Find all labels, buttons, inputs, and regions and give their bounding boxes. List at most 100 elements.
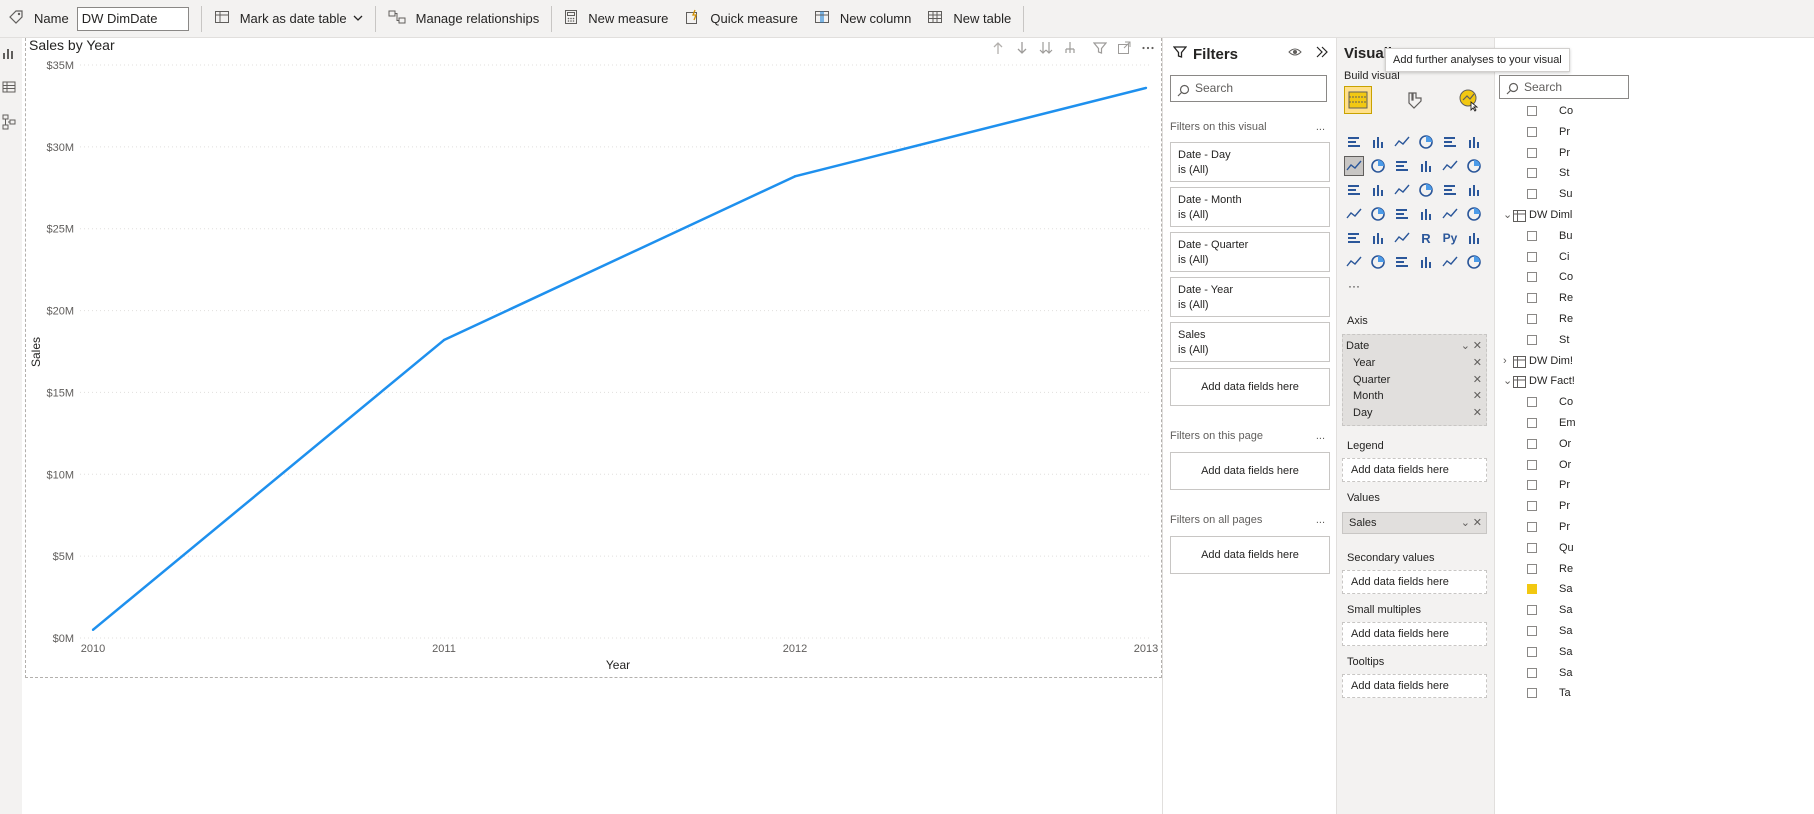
checkbox[interactable] xyxy=(1527,646,1537,657)
chevron-down-icon[interactable]: ⌄ xyxy=(1503,371,1512,391)
python-visual-icon[interactable]: Py xyxy=(1440,228,1460,248)
matrix-visual-icon[interactable] xyxy=(1392,228,1412,248)
chevron-down-icon[interactable]: ⌄ xyxy=(1461,513,1470,533)
data-point[interactable] xyxy=(91,628,95,632)
stacked-area-visual-icon[interactable] xyxy=(1392,156,1412,176)
qa-visual-icon[interactable] xyxy=(1368,252,1388,272)
waterfall-visual-icon[interactable] xyxy=(1344,180,1364,200)
new-table-button[interactable]: New table xyxy=(919,0,1019,38)
line-visual-icon[interactable] xyxy=(1344,156,1364,176)
field-row[interactable]: Co xyxy=(1495,267,1814,287)
checkbox[interactable] xyxy=(1527,147,1537,158)
power-automate-visual-icon[interactable] xyxy=(1464,252,1484,272)
clustered-column-visual-icon[interactable] xyxy=(1416,132,1436,152)
secondary-values-drop-zone[interactable]: Add data fields here xyxy=(1342,570,1487,594)
quick-measure-button[interactable]: Quick measure xyxy=(676,0,805,38)
more-options-icon[interactable]: ... xyxy=(1316,121,1325,133)
filter-card-sales[interactable]: Sales is (All) xyxy=(1170,322,1330,362)
more-options-icon[interactable]: ... xyxy=(1316,430,1325,442)
close-icon[interactable]: ✕ xyxy=(1473,405,1482,421)
field-row[interactable]: Bu xyxy=(1495,226,1814,246)
field-row[interactable]: Pr xyxy=(1495,122,1814,142)
filled-map-visual-icon[interactable] xyxy=(1368,204,1388,224)
checkbox[interactable] xyxy=(1527,106,1537,116)
legend-drop-zone[interactable]: Add data fields here xyxy=(1342,458,1487,482)
field-row[interactable]: Or xyxy=(1495,455,1814,475)
donut-visual-icon[interactable] xyxy=(1440,180,1460,200)
line-column-visual-icon[interactable] xyxy=(1416,156,1436,176)
name-input[interactable] xyxy=(76,6,189,31)
more-visuals-visual-icon[interactable]: ··· xyxy=(1344,276,1364,296)
field-row[interactable]: Re xyxy=(1495,309,1814,329)
report-filter-drop-zone[interactable]: Add data fields here xyxy=(1170,536,1330,574)
funnel-visual-icon[interactable] xyxy=(1368,180,1388,200)
chevron-down-icon[interactable] xyxy=(353,11,363,26)
stacked-column-visual-icon[interactable] xyxy=(1368,132,1388,152)
axis-field-date[interactable]: Date ⌄ ✕ xyxy=(1343,338,1486,354)
area-visual-icon[interactable] xyxy=(1368,156,1388,176)
field-row[interactable]: Sa xyxy=(1495,663,1814,683)
scatter-visual-icon[interactable] xyxy=(1392,180,1412,200)
data-point[interactable] xyxy=(442,338,446,342)
series-line[interactable] xyxy=(92,86,1147,631)
field-row[interactable]: Ci xyxy=(1495,247,1814,267)
field-row[interactable]: Su xyxy=(1495,184,1814,204)
field-row[interactable]: Or xyxy=(1495,434,1814,454)
multi-row-card-visual-icon[interactable] xyxy=(1440,204,1460,224)
chevron-right-icon[interactable]: › xyxy=(1503,351,1507,371)
treemap-visual-icon[interactable] xyxy=(1464,180,1484,200)
checkbox[interactable] xyxy=(1527,314,1537,324)
close-icon[interactable]: ✕ xyxy=(1473,355,1482,371)
close-icon[interactable]: ✕ xyxy=(1473,338,1482,354)
checkbox[interactable] xyxy=(1527,126,1537,137)
field-row[interactable]: Ta xyxy=(1495,683,1814,703)
field-row[interactable]: Sa xyxy=(1495,621,1814,641)
checkbox[interactable] xyxy=(1527,189,1537,200)
field-table-row[interactable]: ⌄ DW Diml xyxy=(1495,205,1814,225)
r-script-visual-icon[interactable]: R xyxy=(1416,228,1436,248)
gauge-visual-icon[interactable] xyxy=(1392,204,1412,224)
data-point[interactable] xyxy=(793,175,797,178)
analytics-tab-icon[interactable] xyxy=(1455,86,1483,114)
field-row[interactable]: Re xyxy=(1495,559,1814,579)
mark-as-date-table-button[interactable]: Mark as date table xyxy=(206,0,371,38)
axis-sub-field[interactable]: Day ✕ xyxy=(1343,405,1486,421)
filters-search-input[interactable]: Search xyxy=(1170,75,1327,102)
checkbox[interactable] xyxy=(1527,293,1537,304)
paginated-visual-icon[interactable] xyxy=(1416,252,1436,272)
card-visual-icon[interactable] xyxy=(1416,204,1436,224)
new-measure-button[interactable]: New measure xyxy=(556,0,676,38)
checkbox[interactable] xyxy=(1527,438,1537,449)
checkbox[interactable] xyxy=(1527,251,1537,262)
100-bar-visual-icon[interactable] xyxy=(1440,132,1460,152)
axis-sub-field[interactable]: Year ✕ xyxy=(1343,355,1486,371)
tooltips-drop-zone[interactable]: Add data fields here xyxy=(1342,674,1487,698)
checkbox[interactable] xyxy=(1527,168,1537,179)
collapse-pane-icon[interactable] xyxy=(1315,45,1329,62)
eye-icon[interactable] xyxy=(1288,46,1302,61)
table-visual-icon[interactable] xyxy=(1368,228,1388,248)
filter-card-date-quarter[interactable]: Date - Quarter is (All) xyxy=(1170,232,1330,272)
visual-filter-drop-zone[interactable]: Add data fields here xyxy=(1170,368,1330,406)
power-apps-visual-icon[interactable] xyxy=(1440,252,1460,272)
filter-card-date-day[interactable]: Date - Day is (All) xyxy=(1170,142,1330,182)
values-field-sales[interactable]: Sales ⌄ ✕ xyxy=(1342,512,1487,534)
series-line-group[interactable] xyxy=(91,86,1148,632)
format-visual-tab-icon[interactable] xyxy=(1401,86,1429,114)
field-row[interactable]: Pr xyxy=(1495,496,1814,516)
checkbox[interactable] xyxy=(1527,626,1537,636)
kpi-visual-icon[interactable] xyxy=(1464,204,1484,224)
ribbon-visual-icon[interactable] xyxy=(1464,156,1484,176)
data-point[interactable] xyxy=(1144,86,1148,90)
field-row[interactable]: St xyxy=(1495,330,1814,350)
checkbox[interactable] xyxy=(1527,480,1537,491)
checkbox[interactable] xyxy=(1527,230,1537,241)
field-row[interactable]: Sa xyxy=(1495,600,1814,620)
field-row[interactable]: Pr xyxy=(1495,475,1814,495)
field-table-row[interactable]: › DW Dim! xyxy=(1495,351,1814,371)
close-icon[interactable]: ✕ xyxy=(1473,372,1482,388)
checkbox[interactable] xyxy=(1527,397,1537,408)
chevron-down-icon[interactable]: ⌄ xyxy=(1503,205,1512,225)
checkbox[interactable] xyxy=(1527,272,1537,283)
more-options-icon[interactable]: ... xyxy=(1316,514,1325,526)
